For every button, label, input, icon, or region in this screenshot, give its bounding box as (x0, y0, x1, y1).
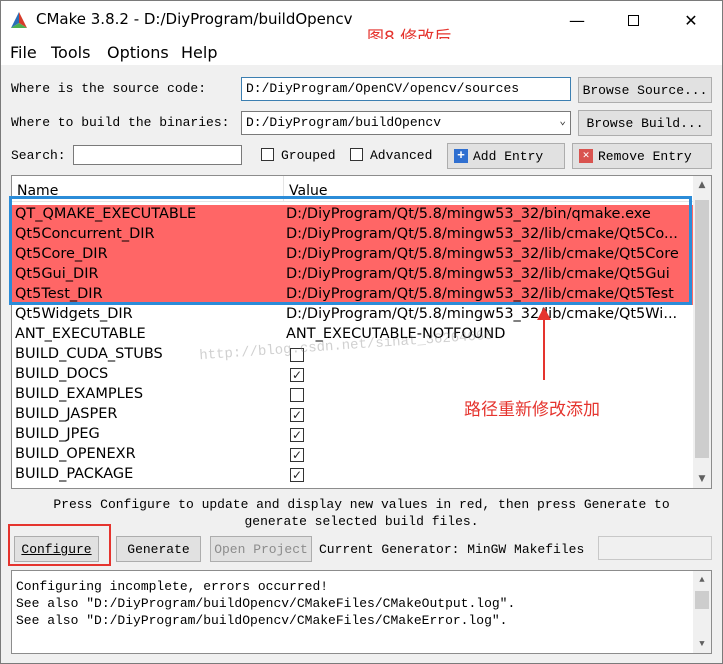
column-header-name[interactable]: Name (17, 183, 58, 199)
table-row[interactable]: Qt5Widgets_DIR D:/DiyProgram/Qt/5.8/mingw… (12, 305, 693, 325)
cell-name: ANT_EXECUTABLE (15, 326, 146, 342)
cell-value[interactable]: D:/DiyProgram/Qt/5.8/mingw53_32/lib/cmak… (286, 226, 691, 242)
table-header: Name Value (12, 176, 693, 202)
cell-name: BUILD_DOCS (15, 366, 109, 382)
table-row[interactable]: BUILD_OPENEXR ✓ (12, 445, 693, 465)
console-line: Configuring incomplete, errors occurred! (16, 579, 329, 594)
search-input[interactable] (73, 145, 242, 165)
maximize-icon (627, 14, 639, 26)
cell-name: Qt5Gui_DIR (15, 266, 99, 282)
value-checkbox-checked[interactable]: ✓ (290, 428, 304, 442)
value-checkbox-checked[interactable]: ✓ (290, 448, 304, 462)
cell-value[interactable]: D:/DiyProgram/Qt/5.8/mingw53_32/lib/cmak… (286, 246, 691, 262)
add-entry-button[interactable]: + Add Entry (447, 143, 565, 169)
current-generator-label: Current Generator: MinGW Makefiles (319, 542, 585, 557)
scroll-down-icon[interactable]: ▼ (693, 470, 711, 488)
add-entry-label: Add Entry (473, 148, 544, 164)
plus-icon: + (454, 149, 468, 163)
cell-name: BUILD_PACKAGE (15, 466, 134, 482)
console-line: See also "D:/DiyProgram/buildOpencv/CMak… (16, 596, 516, 611)
maximize-button[interactable] (610, 1, 656, 39)
grouped-checkbox[interactable] (261, 148, 274, 161)
cmake-window: CMake 3.8.2 - D:/DiyProgram/buildOpencv … (0, 0, 723, 664)
table-row[interactable]: Qt5Test_DIR D:/DiyProgram/Qt/5.8/mingw53_… (12, 285, 693, 305)
cell-value[interactable]: D:/DiyProgram/Qt/5.8/mingw53_32/lib/cmak… (286, 266, 691, 282)
configure-hint: Press Configure to update and display ne… (11, 496, 712, 530)
cell-name: BUILD_JASPER (15, 406, 118, 422)
table-vertical-scrollbar[interactable]: ▲ ▼ (693, 176, 711, 488)
cell-name: Qt5Widgets_DIR (15, 306, 133, 322)
generate-button[interactable]: Generate (116, 536, 201, 562)
table-row[interactable]: BUILD_PACKAGE ✓ (12, 465, 693, 485)
cell-name: BUILD_EXAMPLES (15, 386, 144, 402)
open-project-button[interactable]: Open Project (210, 536, 312, 562)
cell-value[interactable]: D:/DiyProgram/Qt/5.8/mingw53_32/lib/cmak… (286, 286, 691, 302)
cache-table[interactable]: Name Value QT_QMAKE_EXECUTABLE D:/DiyProg… (11, 175, 712, 489)
cell-name: BUILD_JPEG (15, 426, 100, 442)
advanced-checkbox[interactable] (350, 148, 363, 161)
browse-build-button[interactable]: Browse Build... (578, 110, 712, 136)
cell-value[interactable]: D:/DiyProgram/Qt/5.8/mingw53_32/lib/cmak… (286, 306, 691, 322)
annotation-note: 路径重新修改添加 (464, 400, 600, 420)
cell-name: Qt5Core_DIR (15, 246, 108, 262)
hint-line-2: generate selected build files. (244, 514, 479, 529)
source-label: Where is the source code: (11, 81, 207, 96)
value-checkbox-checked[interactable]: ✓ (290, 368, 304, 382)
build-path-value: D:/DiyProgram/buildOpencv (246, 115, 442, 130)
table-row[interactable]: Qt5Concurrent_DIR D:/DiyProgram/Qt/5.8/mi… (12, 225, 693, 245)
progress-bar (598, 536, 712, 560)
annotation-arrow-icon (537, 307, 551, 380)
table-row[interactable]: BUILD_JPEG ✓ (12, 425, 693, 445)
column-header-value[interactable]: Value (289, 183, 327, 199)
scroll-up-icon[interactable]: ▲ (693, 176, 711, 194)
build-label: Where to build the binaries: (11, 115, 230, 130)
cell-value[interactable]: D:/DiyProgram/Qt/5.8/mingw53_32/bin/qmak… (286, 206, 691, 222)
window-title: CMake 3.8.2 - D:/DiyProgram/buildOpencv (36, 10, 353, 28)
close-button[interactable]: ✕ (668, 1, 714, 39)
source-path-input[interactable]: D:/DiyProgram/OpenCV/opencv/sources (241, 77, 571, 101)
chevron-down-icon[interactable]: ⌄ (559, 114, 566, 128)
table-row[interactable]: BUILD_DOCS ✓ (12, 365, 693, 385)
title-bar[interactable]: CMake 3.8.2 - D:/DiyProgram/buildOpencv … (1, 1, 722, 48)
hint-line-1: Press Configure to update and display ne… (53, 497, 670, 512)
menu-file[interactable]: File (10, 43, 37, 62)
console-scroll-thumb[interactable] (695, 591, 709, 609)
browse-source-button[interactable]: Browse Source... (578, 77, 712, 103)
close-icon: ✕ (684, 10, 698, 30)
menu-tools[interactable]: Tools (51, 43, 90, 62)
console-scroll-down-icon[interactable]: ▼ (693, 635, 711, 653)
minimize-button[interactable]: — (554, 1, 600, 39)
remove-x-icon: ✕ (579, 149, 593, 163)
menu-bar: File Tools Options Help (1, 39, 722, 65)
cell-name: Qt5Concurrent_DIR (15, 226, 155, 242)
configure-label: Configure (21, 541, 92, 557)
value-checkbox-checked[interactable]: ✓ (290, 408, 304, 422)
cmake-logo-icon (11, 12, 27, 28)
grouped-label: Grouped (281, 148, 336, 163)
cell-name: BUILD_OPENEXR (15, 446, 136, 462)
table-row[interactable]: Qt5Core_DIR D:/DiyProgram/Qt/5.8/mingw53_… (12, 245, 693, 265)
scroll-thumb[interactable] (695, 200, 709, 458)
console-vertical-scrollbar[interactable]: ▲ ▼ (693, 571, 711, 653)
console-line: See also "D:/DiyProgram/buildOpencv/CMak… (16, 613, 508, 628)
value-checkbox-checked[interactable]: ✓ (290, 468, 304, 482)
cell-name: BUILD_CUDA_STUBS (15, 346, 163, 362)
cell-name: Qt5Test_DIR (15, 286, 103, 302)
cell-name: QT_QMAKE_EXECUTABLE (15, 206, 197, 222)
output-console[interactable]: Configuring incomplete, errors occurred!… (11, 570, 712, 654)
remove-entry-button[interactable]: ✕ Remove Entry (572, 143, 712, 169)
table-row[interactable]: Qt5Gui_DIR D:/DiyProgram/Qt/5.8/mingw53_3… (12, 265, 693, 285)
console-scroll-up-icon[interactable]: ▲ (693, 571, 711, 589)
remove-entry-label: Remove Entry (598, 148, 692, 164)
menu-options[interactable]: Options (107, 43, 169, 62)
search-label: Search: (11, 148, 66, 163)
table-row[interactable]: QT_QMAKE_EXECUTABLE D:/DiyProgram/Qt/5.8/… (12, 205, 693, 225)
minimize-icon: — (569, 10, 585, 30)
advanced-label: Advanced (370, 148, 433, 163)
configure-button[interactable]: Configure (14, 536, 99, 562)
menu-help[interactable]: Help (181, 43, 217, 62)
build-path-combobox[interactable]: D:/DiyProgram/buildOpencv ⌄ (241, 111, 571, 135)
value-checkbox[interactable] (290, 388, 304, 402)
